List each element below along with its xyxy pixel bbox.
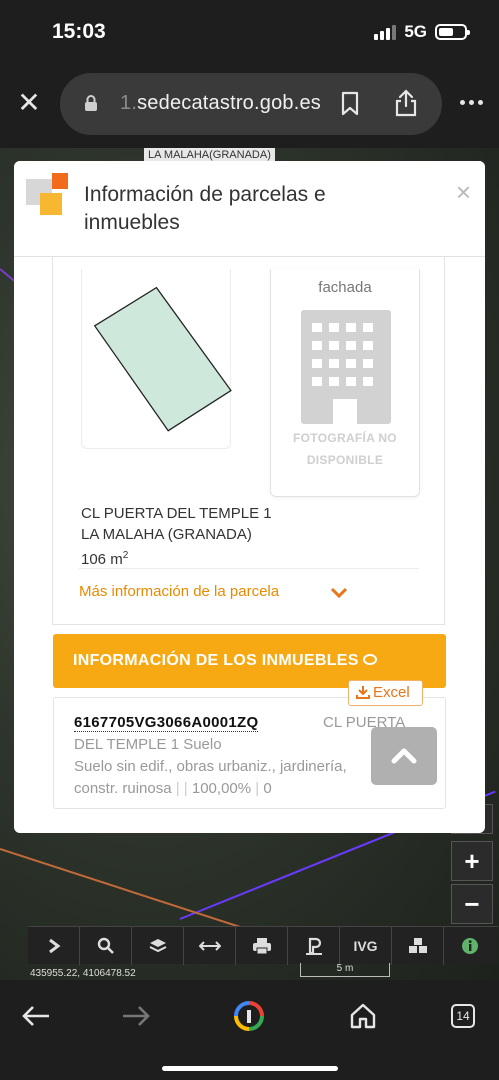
address-bar[interactable]: 1.sedecatastro.gob.es bbox=[60, 73, 442, 135]
map-place-label: LA MALAHA(GRANADA) bbox=[144, 148, 275, 162]
forward-icon[interactable] bbox=[114, 994, 158, 1038]
map-toolbar: IVG bbox=[28, 926, 498, 965]
tabs-button[interactable]: 14 bbox=[441, 994, 485, 1038]
ivg-button[interactable]: IVG bbox=[340, 927, 392, 965]
excel-export-button[interactable]: Excel bbox=[348, 680, 423, 706]
address-street: CL PUERTA DEL TEMPLE 1 bbox=[81, 505, 272, 522]
more-parcel-info-link[interactable]: Más información de la parcela bbox=[79, 583, 279, 600]
property-use: Suelo sin edif., obras urbaniz., jardine… bbox=[74, 758, 347, 775]
building-icon bbox=[301, 310, 391, 425]
download-icon bbox=[356, 686, 370, 699]
url-text: 1.sedecatastro.gob.es bbox=[120, 92, 322, 114]
search-icon[interactable] bbox=[80, 927, 132, 965]
status-time: 15:03 bbox=[52, 20, 106, 43]
divider bbox=[79, 568, 419, 569]
home-icon[interactable] bbox=[341, 994, 385, 1038]
status-indicators: 5G bbox=[374, 22, 470, 42]
chevron-down-icon[interactable] bbox=[330, 587, 348, 599]
close-icon[interactable]: × bbox=[456, 177, 471, 208]
scroll-top-button[interactable] bbox=[371, 727, 437, 785]
parcel-card: fachada FOTOGRAFÍA NO DISPONIBLE CL PUER… bbox=[52, 257, 445, 625]
close-icon[interactable]: ✕ bbox=[14, 88, 44, 118]
browser-bottom-bar: 14 bbox=[0, 980, 499, 1080]
chat-icon bbox=[362, 654, 377, 666]
modal-header: Información de parcelas e inmuebles × bbox=[14, 161, 485, 257]
facade-photo: fachada FOTOGRAFÍA NO DISPONIBLE bbox=[270, 269, 420, 497]
photo-not-available: FOTOGRAFÍA NO DISPONIBLE bbox=[293, 431, 397, 467]
share-icon[interactable] bbox=[394, 89, 418, 117]
parcel-area: 106 m2 bbox=[81, 550, 129, 568]
tabs-count: 14 bbox=[451, 1004, 475, 1028]
zoom-out-button[interactable]: − bbox=[451, 884, 493, 924]
photo-label: fachada bbox=[318, 279, 372, 296]
cadastral-reference-link[interactable]: 6167705VG3066A0001ZQ bbox=[74, 714, 259, 732]
bookmark-icon[interactable] bbox=[340, 91, 360, 117]
status-bar: 15:03 5G bbox=[0, 0, 499, 66]
parking-icon[interactable] bbox=[288, 927, 340, 965]
zoom-in-button[interactable]: + bbox=[451, 841, 493, 881]
home-indicator bbox=[162, 1066, 338, 1071]
parcel-address: CL PUERTA DEL TEMPLE 1 LA MALAHA (GRANAD… bbox=[81, 503, 272, 570]
signal-icon bbox=[374, 24, 397, 40]
map-coordinates: 435955.22, 4106478.52 bbox=[30, 968, 136, 979]
back-icon[interactable] bbox=[14, 994, 58, 1038]
map-scale: 5 m bbox=[300, 963, 390, 977]
modal-title: Información de parcelas e inmuebles bbox=[84, 183, 326, 234]
layers-icon[interactable] bbox=[132, 927, 184, 965]
chevron-right-icon[interactable] bbox=[28, 927, 80, 965]
network-label: 5G bbox=[404, 22, 427, 41]
battery-icon bbox=[435, 24, 470, 40]
info-icon[interactable] bbox=[444, 927, 496, 965]
lock-icon bbox=[85, 95, 97, 111]
address-town: LA MALAHA (GRANADA) bbox=[81, 526, 252, 543]
property-address-part2: DEL TEMPLE 1 Suelo bbox=[74, 736, 222, 753]
measure-icon[interactable] bbox=[184, 927, 236, 965]
browser-toolbar: ✕ 1.sedecatastro.gob.es bbox=[0, 66, 499, 148]
cubes-icon[interactable] bbox=[392, 927, 444, 965]
print-icon[interactable] bbox=[236, 927, 288, 965]
property-details: constr. ruinosa | | 100,00% | 0 bbox=[74, 780, 272, 797]
google-lens-icon[interactable] bbox=[227, 994, 271, 1038]
catastro-logo bbox=[26, 173, 72, 219]
more-options-icon[interactable] bbox=[460, 100, 483, 105]
parcel-shape-image bbox=[81, 269, 232, 449]
